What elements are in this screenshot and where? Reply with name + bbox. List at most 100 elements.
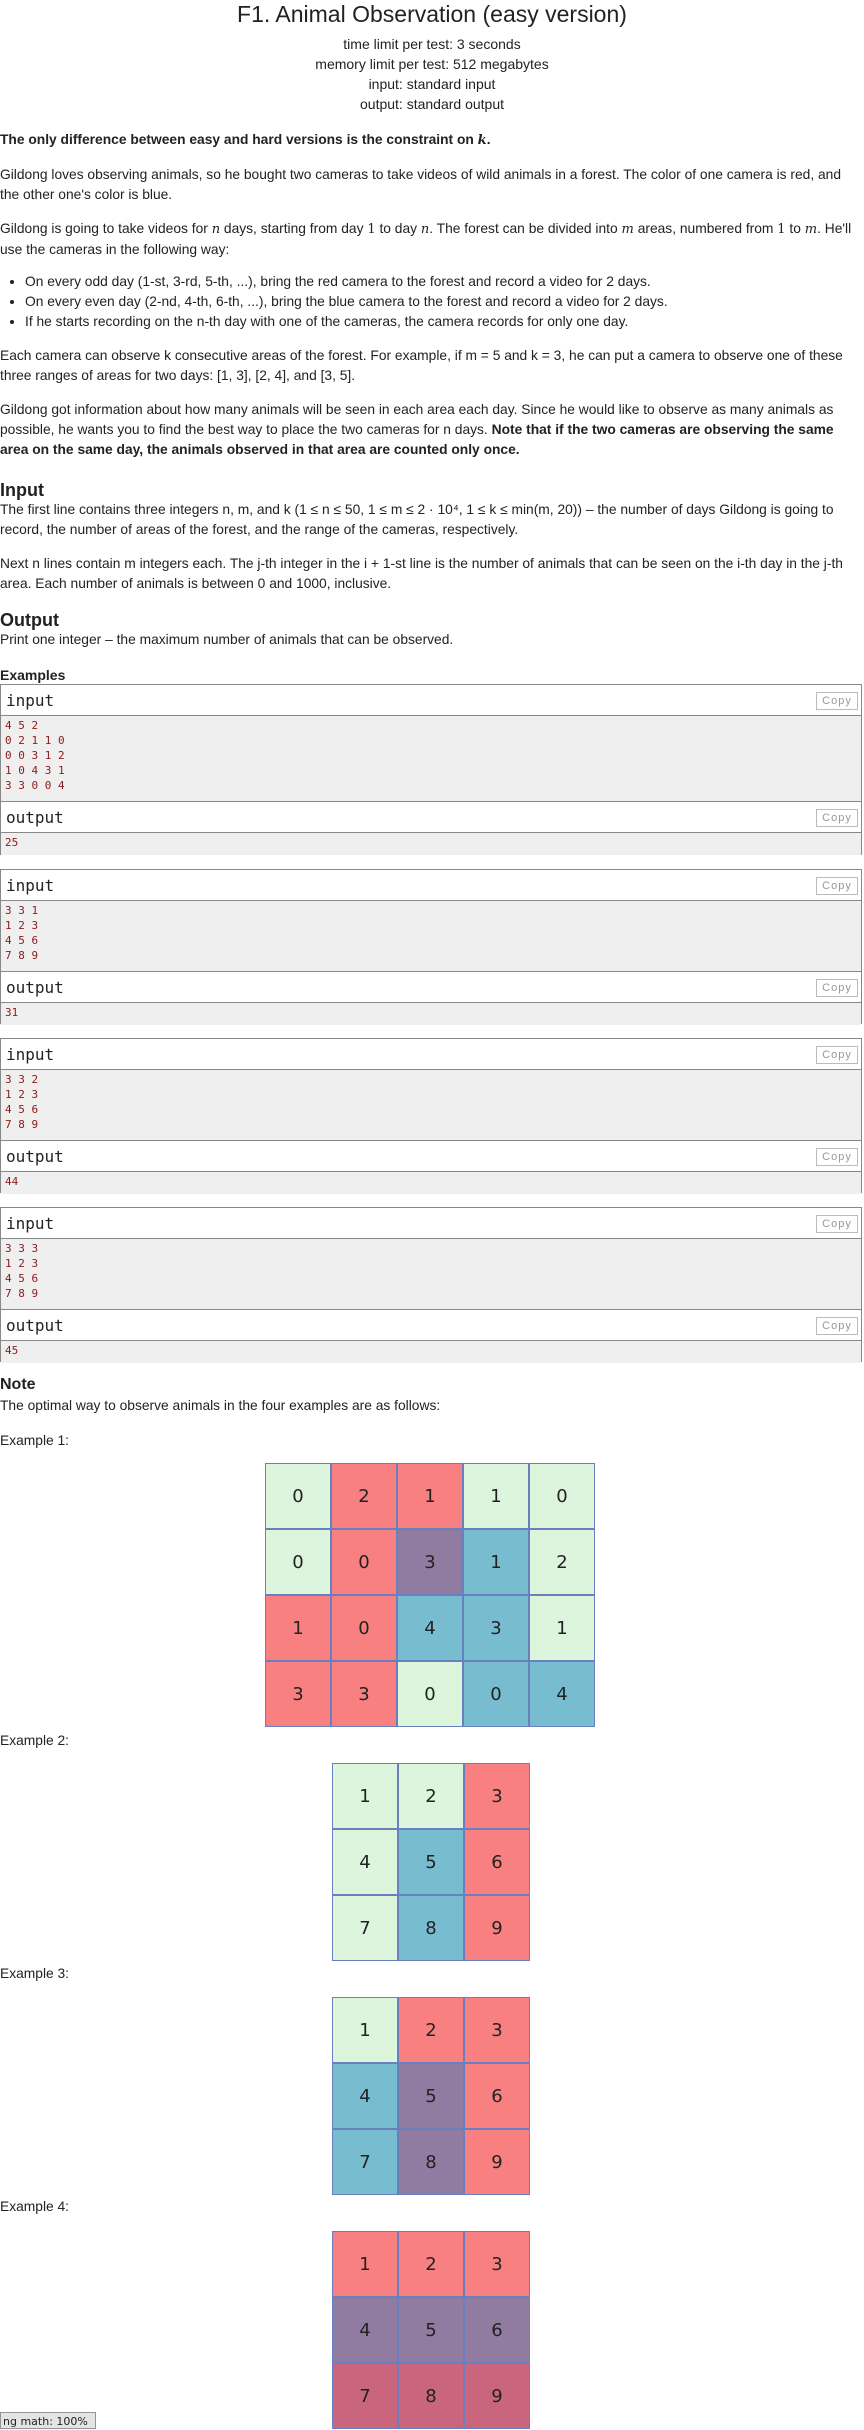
output-spec: output: standard output xyxy=(360,96,504,112)
grid-cell: 7 xyxy=(332,2363,398,2429)
grid-cell: 2 xyxy=(529,1529,595,1595)
grid-cell: 3 xyxy=(463,1595,529,1661)
grid-cell: 5 xyxy=(398,2063,464,2129)
grid-cell: 4 xyxy=(332,2063,398,2129)
grid-cell: 3 xyxy=(265,1661,331,1727)
grid-cell: 3 xyxy=(464,1997,530,2063)
examples-heading: Examples xyxy=(0,667,66,683)
copy-button[interactable]: Copy xyxy=(816,979,858,997)
example-input-header: input Copy xyxy=(1,1208,861,1239)
example-input: 3 3 1 1 2 3 4 5 6 7 8 9 xyxy=(1,901,861,971)
statement-p3: Gildong is going to take videos for n da… xyxy=(0,221,852,257)
example-1-label: Example 1: xyxy=(0,1433,70,1448)
output-p1: Print one integer – the maximum number o… xyxy=(0,632,454,647)
output-heading: Output xyxy=(0,610,59,630)
input-p1: The first line contains three integers n… xyxy=(0,502,834,537)
grid-cell: 0 xyxy=(265,1463,331,1529)
grid-cell: 2 xyxy=(398,1997,464,2063)
grid-cell: 4 xyxy=(332,2297,398,2363)
memory-limit: memory limit per test: 512 megabytes xyxy=(315,56,549,72)
grid-cell: 0 xyxy=(529,1463,595,1529)
problem-header: F1. Animal Observation (easy version) ti… xyxy=(0,0,864,114)
grid-cell: 6 xyxy=(464,1829,530,1895)
example-input-header: input Copy xyxy=(1,685,861,716)
grid-cell: 3 xyxy=(464,2231,530,2297)
example-output-header: output Copy xyxy=(1,801,861,833)
list-item: On every odd day (1-st, 3-rd, 5-th, ...)… xyxy=(25,272,862,292)
example-3-grid: 123456789 xyxy=(332,1997,532,2197)
mathjax-status: ng math: 100% xyxy=(0,2412,96,2429)
grid-cell: 1 xyxy=(529,1595,595,1661)
grid-cell: 4 xyxy=(397,1595,463,1661)
statement-p5: Gildong got information about how many a… xyxy=(0,402,834,457)
copy-button[interactable]: Copy xyxy=(816,1046,858,1064)
example-output-header: output Copy xyxy=(1,1140,861,1172)
example-block: input Copy 3 3 2 1 2 3 4 5 6 7 8 9 output… xyxy=(0,1038,862,1194)
grid-cell: 1 xyxy=(332,1997,398,2063)
grid-cell: 1 xyxy=(332,2231,398,2297)
note-heading: Note xyxy=(0,1376,36,1393)
grid-cell: 6 xyxy=(464,2297,530,2363)
example-input-label: input xyxy=(6,876,55,895)
example-output-label: output xyxy=(6,978,64,997)
grid-cell: 5 xyxy=(398,2297,464,2363)
example-input-header: input Copy xyxy=(1,1039,861,1070)
copy-button[interactable]: Copy xyxy=(816,1317,858,1335)
example-output-label: output xyxy=(6,1147,64,1166)
note-intro: The optimal way to observe animals in th… xyxy=(0,1398,441,1413)
statement-p4: Each camera can observe k consecutive ar… xyxy=(0,348,843,383)
copy-button[interactable]: Copy xyxy=(816,809,858,827)
example-output: 31 xyxy=(1,1003,861,1025)
example-input-header: input Copy xyxy=(1,870,861,901)
example-4-label: Example 4: xyxy=(0,2199,70,2214)
example-output-header: output Copy xyxy=(1,1309,861,1341)
grid-cell: 1 xyxy=(265,1595,331,1661)
grid-cell: 1 xyxy=(332,1763,398,1829)
example-3-label: Example 3: xyxy=(0,1966,70,1981)
example-1-grid: 02110003121043133004 xyxy=(265,1463,598,1729)
example-4-grid: 123456789 xyxy=(332,2231,532,2430)
example-output-label: output xyxy=(6,808,64,827)
grid-cell: 9 xyxy=(464,2363,530,2429)
example-2-grid: 123456789 xyxy=(332,1763,532,1963)
example-output-header: output Copy xyxy=(1,971,861,1003)
example-input: 3 3 2 1 2 3 4 5 6 7 8 9 xyxy=(1,1070,861,1140)
grid-cell: 2 xyxy=(398,1763,464,1829)
output-section: Output Print one integer – the maximum n… xyxy=(0,610,862,650)
copy-button[interactable]: Copy xyxy=(816,1215,858,1233)
example-output: 25 xyxy=(1,833,861,855)
copy-button[interactable]: Copy xyxy=(816,877,858,895)
statement: The only difference between easy and har… xyxy=(0,130,862,460)
grid-cell: 7 xyxy=(332,1895,398,1961)
statement-p2: Gildong loves observing animals, so he b… xyxy=(0,167,842,202)
statement-p1: The only difference between easy and har… xyxy=(0,132,491,148)
input-spec: input: standard input xyxy=(368,76,496,92)
grid-cell: 0 xyxy=(265,1529,331,1595)
grid-cell: 0 xyxy=(331,1595,397,1661)
grid-cell: 1 xyxy=(463,1463,529,1529)
grid-cell: 7 xyxy=(332,2129,398,2195)
example-input-label: input xyxy=(6,1045,55,1064)
rules-list: On every odd day (1-st, 3-rd, 5-th, ...)… xyxy=(0,272,862,332)
grid-cell: 5 xyxy=(398,1829,464,1895)
time-limit: time limit per test: 3 seconds xyxy=(343,36,521,52)
copy-button[interactable]: Copy xyxy=(816,692,858,710)
list-item: If he starts recording on the n-th day w… xyxy=(25,312,862,332)
input-p2: Next n lines contain m integers each. Th… xyxy=(0,556,843,591)
example-2-label: Example 2: xyxy=(0,1733,70,1748)
example-block: input Copy 4 5 2 0 2 1 1 0 0 0 3 1 2 1 0 … xyxy=(0,684,862,855)
grid-cell: 0 xyxy=(397,1661,463,1727)
example-output: 44 xyxy=(1,1172,861,1194)
example-input: 4 5 2 0 2 1 1 0 0 0 3 1 2 1 0 4 3 1 3 3 … xyxy=(1,716,861,801)
example-output-label: output xyxy=(6,1316,64,1335)
grid-cell: 3 xyxy=(331,1661,397,1727)
input-heading: Input xyxy=(0,480,44,500)
grid-cell: 8 xyxy=(398,2363,464,2429)
grid-cell: 8 xyxy=(398,2129,464,2195)
grid-cell: 0 xyxy=(463,1661,529,1727)
copy-button[interactable]: Copy xyxy=(816,1148,858,1166)
grid-cell: 3 xyxy=(397,1529,463,1595)
example-input-label: input xyxy=(6,691,55,710)
grid-cell: 4 xyxy=(332,1829,398,1895)
grid-cell: 1 xyxy=(397,1463,463,1529)
